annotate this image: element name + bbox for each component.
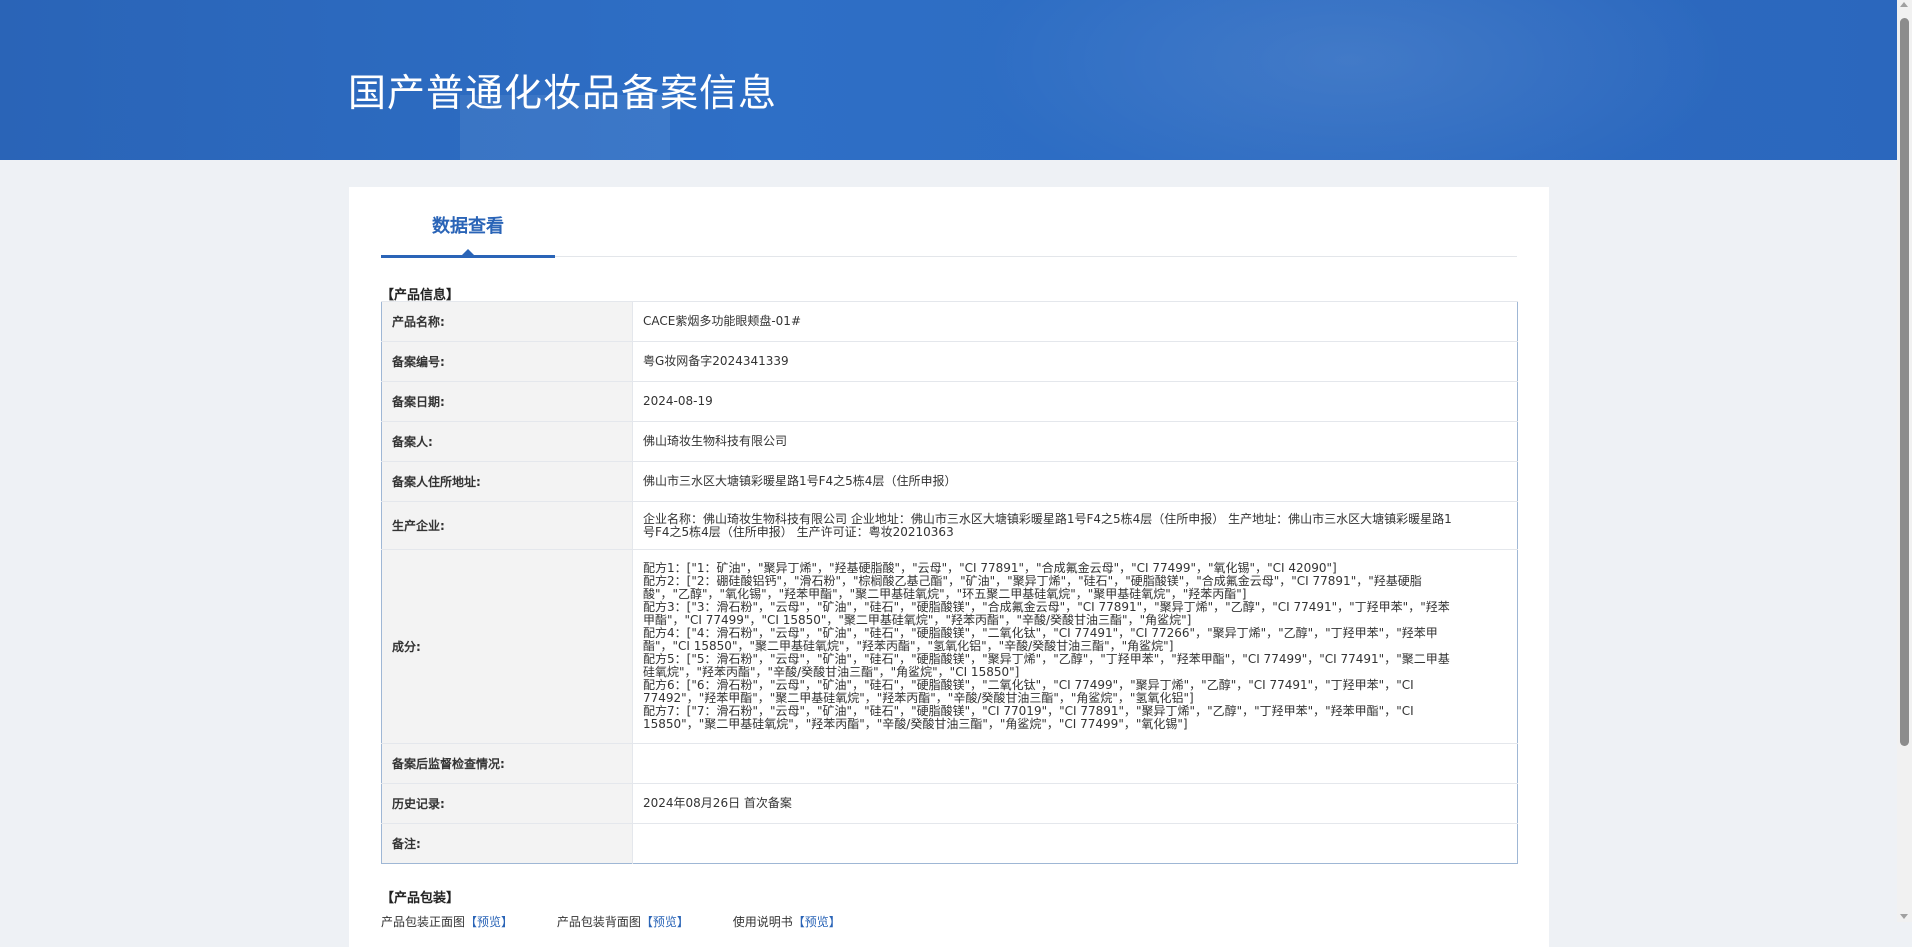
table-row: 备案编号: 粤G妆网备字2024341339 (381, 341, 1518, 382)
table-row-ingredients: 成分: 配方1：["1：矿油"，"聚异丁烯"，"羟基硬脂酸"，"云母"，"CI … (381, 549, 1518, 744)
page-title: 国产普通化妆品备案信息 (348, 71, 778, 115)
row-label: 备案人: (381, 421, 633, 462)
row-value: 2024-08-19 (632, 381, 1518, 422)
row-label: 生产企业: (381, 501, 633, 550)
packaging-item-label: 产品包装背面图 (556, 915, 641, 929)
header-banner: 国产普通化妆品备案信息 (0, 0, 1897, 160)
row-label: 备案编号: (381, 341, 633, 382)
ingredient-formula: 配方7：["7：滑石粉"，"云母"，"矿油"，"硅石"，"硬脂酸镁"，"CI 7… (643, 704, 1414, 731)
row-label: 成分: (381, 549, 633, 744)
row-label: 备案后监督检查情况: (381, 743, 633, 784)
scrollbar-thumb[interactable] (1900, 18, 1909, 746)
preview-link[interactable]: 【预览】 (793, 915, 841, 929)
ingredient-formula: 配方2：["2：硼硅酸铝钙"，"滑石粉"，"棕榈酸乙基己酯"，"矿油"，"聚异丁… (643, 574, 1422, 601)
ingredient-formula: 配方6：["6：滑石粉"，"云母"，"矿油"，"硅石"，"硬脂酸镁"，"二氧化钛… (643, 678, 1414, 705)
table-row: 备案人住所地址: 佛山市三水区大塘镇彩暖星路1号F4之5栋4层（住所申报） (381, 461, 1518, 502)
section-title-packaging: 【产品包装】 (381, 891, 460, 906)
table-row: 备注: (381, 823, 1518, 864)
row-value: CACE紫烟多功能眼颊盘-01# (632, 301, 1518, 342)
packaging-item-label: 产品包装正面图 (381, 915, 466, 929)
row-label: 产品名称: (381, 301, 633, 342)
preview-link[interactable]: 【预览】 (641, 915, 689, 929)
tab-active-underline (381, 255, 555, 258)
scroll-up-arrow-icon[interactable] (1900, 2, 1908, 7)
table-row: 备案日期: 2024-08-19 (381, 381, 1518, 422)
row-label: 备案人住所地址: (381, 461, 633, 502)
scroll-down-arrow-icon[interactable] (1900, 914, 1908, 919)
product-info-table: 产品名称: CACE紫烟多功能眼颊盘-01# 备案编号: 粤G妆网备字20243… (381, 301, 1518, 864)
row-value: 企业名称：佛山琦妆生物科技有限公司 企业地址：佛山市三水区大塘镇彩暖星路1号F4… (632, 501, 1518, 550)
tab-data-view[interactable]: 数据查看 (381, 187, 555, 258)
row-label: 备案日期: (381, 381, 633, 422)
packaging-item: 产品包装背面图【预览】 (557, 915, 693, 929)
vertical-scrollbar[interactable] (1897, 0, 1912, 922)
table-row: 生产企业: 企业名称：佛山琦妆生物科技有限公司 企业地址：佛山市三水区大塘镇彩暖… (381, 501, 1518, 550)
row-value (632, 823, 1518, 864)
ingredient-formula: 配方3：["3：滑石粉"，"云母"，"矿油"，"硅石"，"硬脂酸镁"，"合成氟金… (643, 600, 1450, 627)
tab-label: 数据查看 (432, 216, 504, 237)
tab-bar: 数据查看 (381, 187, 1517, 258)
row-value: 2024年08月26日 首次备案 (632, 783, 1518, 824)
ingredient-formula: 配方4：["4：滑石粉"，"云母"，"矿油"，"硅石"，"硬脂酸镁"，"二氧化钛… (643, 626, 1438, 653)
table-row: 历史记录: 2024年08月26日 首次备案 (381, 783, 1518, 824)
row-label: 历史记录: (381, 783, 633, 824)
row-value: 粤G妆网备字2024341339 (632, 341, 1518, 382)
table-row: 产品名称: CACE紫烟多功能眼颊盘-01# (381, 301, 1518, 342)
row-value: 佛山琦妆生物科技有限公司 (632, 421, 1518, 462)
packaging-item: 使用说明书【预览】 (733, 915, 841, 929)
table-row: 备案人: 佛山琦妆生物科技有限公司 (381, 421, 1518, 462)
packaging-item: 产品包装正面图【预览】 (381, 915, 517, 929)
ingredient-formula: 配方5：["5：滑石粉"，"云母"，"矿油"，"硅石"，"硬脂酸镁"，"聚异丁烯… (643, 652, 1450, 679)
content-card: 数据查看 【产品信息】 产品名称: CACE紫烟多功能眼颊盘-01# 备案编号:… (349, 187, 1549, 947)
row-value (632, 743, 1518, 784)
row-value: 佛山市三水区大塘镇彩暖星路1号F4之5栋4层（住所申报） (632, 461, 1518, 502)
tab-caret-icon (462, 249, 474, 255)
preview-link[interactable]: 【预览】 (465, 915, 513, 929)
table-row: 备案后监督检查情况: (381, 743, 1518, 784)
packaging-item-label: 使用说明书 (732, 915, 793, 929)
row-label: 备注: (381, 823, 633, 864)
ingredients-list: 配方1：["1：矿油"，"聚异丁烯"，"羟基硬脂酸"，"云母"，"CI 7789… (632, 549, 1518, 744)
